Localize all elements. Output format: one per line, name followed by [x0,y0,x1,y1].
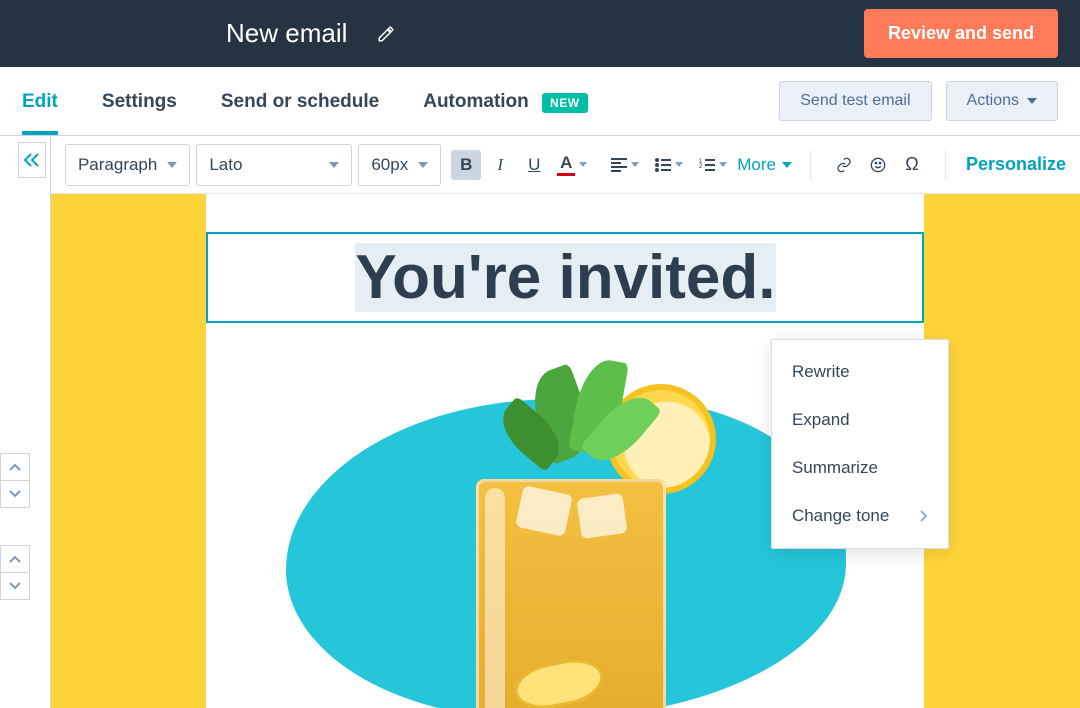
bullet-list-icon [655,158,671,172]
pencil-icon [377,25,395,43]
block-style-value: Paragraph [78,155,157,175]
paragraph-group: 12 More [601,150,796,180]
bullet-list-button[interactable] [649,150,689,180]
chevron-up-icon [9,463,21,471]
double-chevron-left-icon [24,153,40,167]
menu-item-change-tone[interactable]: Change tone [772,492,948,540]
tab-settings[interactable]: Settings [102,69,177,134]
block-style-select[interactable]: Paragraph [65,144,190,186]
font-size-select[interactable]: 60px [358,144,441,186]
numbered-list-button[interactable]: 12 [693,150,733,180]
tab-send-or-schedule[interactable]: Send or schedule [221,69,379,134]
collapse-sidebar-button[interactable] [18,142,46,178]
actions-dropdown[interactable]: Actions [946,81,1058,121]
change-tone-label: Change tone [792,506,889,526]
page-title: New email [226,18,347,49]
chevron-right-icon [920,510,928,522]
canvas-scroll[interactable]: You're invited. [51,194,1080,708]
italic-icon: I [497,155,503,175]
editor-area: Paragraph Lato 60px B I U A [0,136,1080,708]
headline-selected-block[interactable]: You're invited. [206,232,924,323]
lemonade-illustration [466,369,676,708]
svg-text:2: 2 [699,164,703,170]
headline-text[interactable]: You're invited. [208,234,922,321]
text-style-group: B I U A [447,150,595,180]
new-badge: NEW [542,93,588,113]
collapse-column [0,136,51,708]
text-color-button[interactable]: A [553,150,591,180]
block-nav-group-1 [0,454,30,508]
underline-button[interactable]: U [519,150,549,180]
actions-label: Actions [967,92,1019,110]
toolbar-divider [810,150,811,180]
tab-bar: Edit Settings Send or schedule Automatio… [0,67,1080,136]
chevron-down-icon [9,490,21,498]
move-down-button-2[interactable] [0,572,30,600]
text-toolbar: Paragraph Lato 60px B I U A [51,136,1080,194]
tab-automation-label: Automation [423,91,529,112]
insert-link-button[interactable] [829,150,859,180]
caret-down-icon [631,162,639,167]
align-left-icon [611,158,627,172]
underline-icon: U [528,155,540,175]
mint-leaves-icon [506,359,646,499]
caret-down-icon [675,162,683,167]
caret-down-icon [782,162,792,168]
caret-down-icon [1027,98,1037,104]
font-size-value: 60px [371,155,408,175]
link-icon [836,157,852,173]
review-and-send-button[interactable]: Review and send [864,9,1058,58]
caret-down-icon [329,162,339,168]
insert-special-char-button[interactable]: Ω [897,150,927,180]
rename-button[interactable] [371,19,401,49]
move-down-button[interactable] [0,480,30,508]
menu-item-rewrite[interactable]: Rewrite [772,348,948,396]
top-bar: New email Review and send [0,0,1080,67]
italic-button[interactable]: I [485,150,515,180]
headline-selection: You're invited. [355,243,775,312]
bold-button[interactable]: B [451,150,481,180]
more-label: More [737,155,776,175]
block-nav-group-2 [0,546,30,600]
tab-automation[interactable]: Automation NEW [423,69,587,134]
more-formatting-button[interactable]: More [737,155,792,175]
editor-main: Paragraph Lato 60px B I U A [51,136,1080,708]
chevron-down-icon [9,582,21,590]
numbered-list-icon: 12 [699,158,715,172]
move-up-button[interactable] [0,453,30,481]
menu-item-summarize[interactable]: Summarize [772,444,948,492]
move-up-button-2[interactable] [0,545,30,573]
send-test-email-button[interactable]: Send test email [779,81,931,121]
caret-down-icon [167,162,177,168]
chevron-up-icon [9,555,21,563]
tab-edit[interactable]: Edit [22,69,58,134]
toolbar-divider [945,150,946,180]
caret-down-icon [418,162,428,168]
font-family-value: Lato [209,155,242,175]
glass-body [476,479,666,708]
smiley-icon [870,157,886,173]
omega-icon: Ω [905,154,918,175]
insert-emoji-button[interactable] [863,150,893,180]
bold-icon: B [460,155,472,175]
insert-group: Ω [825,150,931,180]
text-color-icon: A [557,154,575,176]
ai-context-menu: Rewrite Expand Summarize Change tone [771,339,949,549]
caret-down-icon [719,162,727,167]
align-button[interactable] [605,150,645,180]
menu-item-expand[interactable]: Expand [772,396,948,444]
font-family-select[interactable]: Lato [196,144,352,186]
personalize-button[interactable]: Personalize [966,154,1066,175]
caret-down-icon [579,162,587,167]
